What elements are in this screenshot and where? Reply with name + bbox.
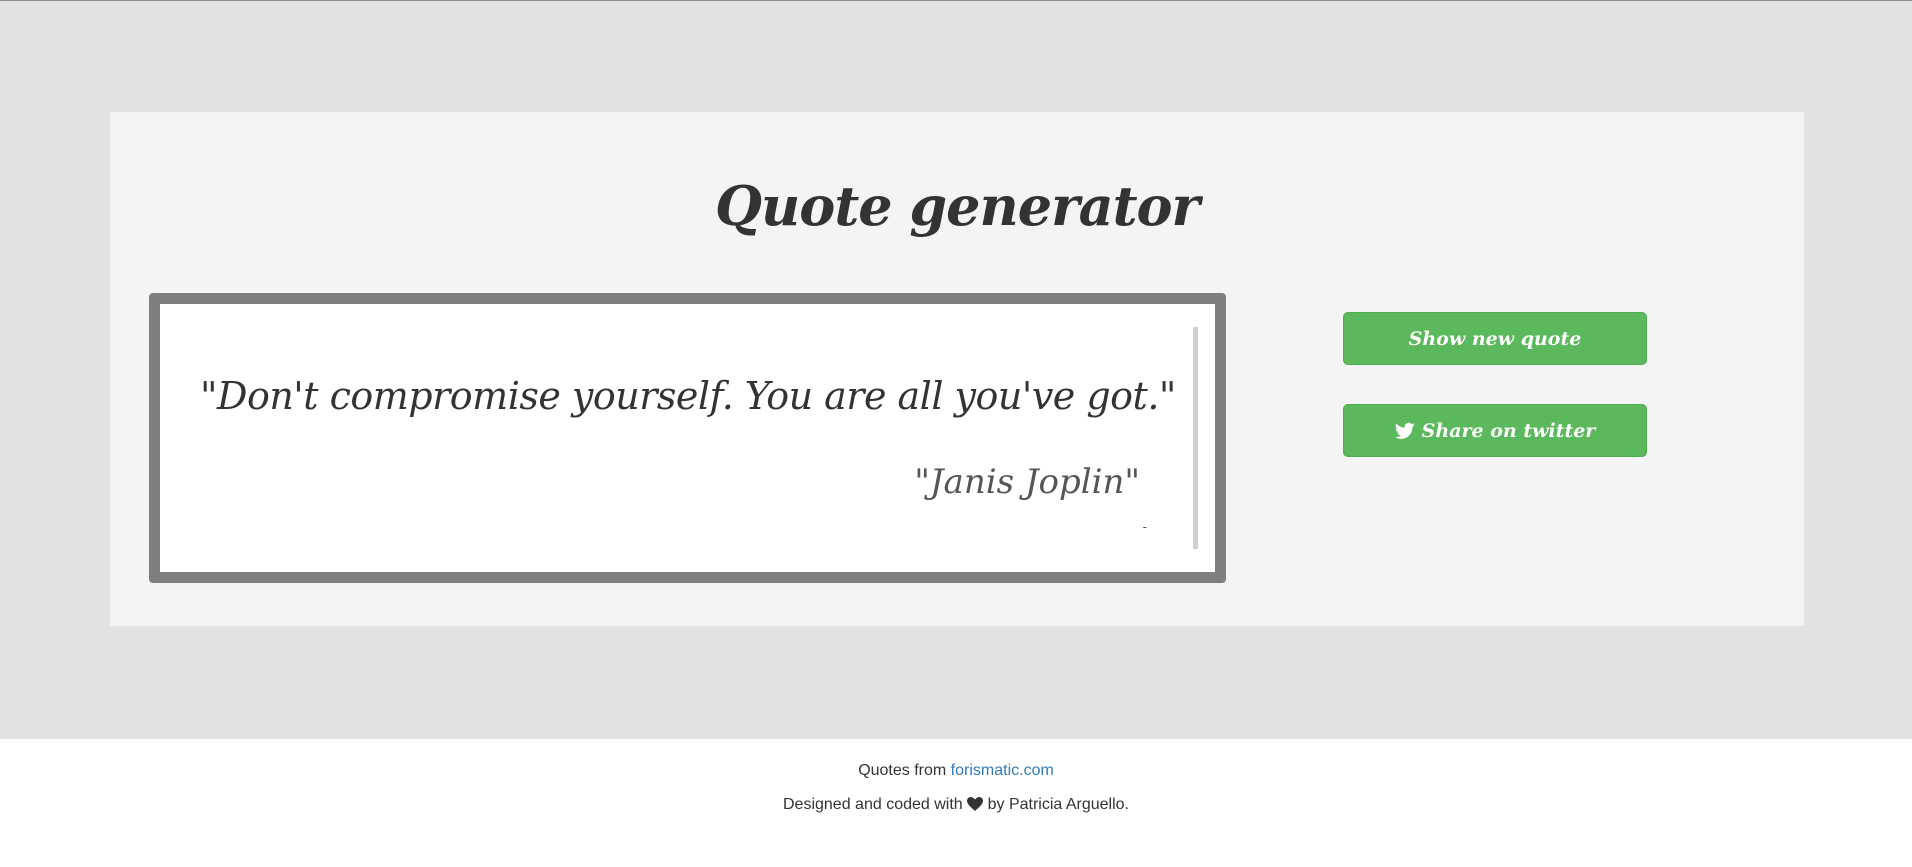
quote-scrollbar[interactable]: [1193, 327, 1198, 549]
forismatic-link[interactable]: forismatic.com: [951, 762, 1054, 779]
share-on-twitter-button[interactable]: Share on twitter: [1343, 404, 1647, 457]
footer-credit-prefix: Designed and coded with: [783, 796, 963, 813]
footer-source-prefix: Quotes from: [858, 762, 947, 779]
show-new-quote-label: Show new quote: [1408, 327, 1582, 350]
quote-panel: Quote generator "Don't compromise yourse…: [110, 112, 1804, 626]
footer-credit-suffix: by Patricia Arguello.: [987, 796, 1129, 813]
quote-frame: "Don't compromise yourself. You are all …: [149, 293, 1226, 583]
quote-text: "Don't compromise yourself. You are all …: [200, 374, 1176, 418]
footer-credit: Designed and coded with by Patricia Argu…: [0, 796, 1912, 814]
quote-author: "Janis Joplin": [914, 462, 1140, 502]
heart-icon: [967, 797, 984, 811]
quote-dash: -: [1142, 520, 1147, 534]
page-title: Quote generator: [715, 174, 1200, 238]
footer-source: Quotes from forismatic.com: [0, 762, 1912, 780]
show-new-quote-button[interactable]: Show new quote: [1343, 312, 1647, 365]
twitter-icon: [1394, 422, 1415, 440]
share-on-twitter-label: Share on twitter: [1421, 419, 1596, 442]
quote-box: "Don't compromise yourself. You are all …: [160, 304, 1215, 572]
